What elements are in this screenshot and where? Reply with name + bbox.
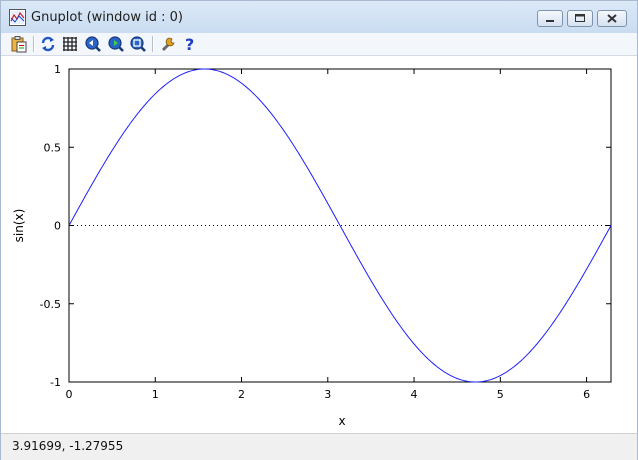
options-wrench-icon [161,37,175,52]
toggle-grid-button[interactable] [61,35,79,53]
close-icon [607,14,617,23]
window-title: Gnuplot (window id : 0) [31,10,183,25]
title-bar[interactable]: Gnuplot (window id : 0) [1,1,637,34]
unzoom-icon [130,36,146,52]
x-tick-label: 6 [583,388,590,401]
y-tick-label: 0 [54,220,61,233]
maximize-icon [575,14,585,22]
y-tick-label: -1 [50,376,61,389]
toolbar-separator [33,36,35,52]
sin-chart[interactable]: 0 1 2 3 4 5 6 -1 -0.5 0 0.5 1 x sin(x) [1,56,637,432]
y-tick-label: 0.5 [44,141,62,154]
x-tick-label: 1 [152,388,159,401]
toolbar-separator [152,36,154,52]
gnuplot-window: Gnuplot (window id : 0) ? 0 1 2 3 4 5 6 … [0,0,638,460]
grid-icon [63,37,77,51]
unzoom-button[interactable] [129,35,147,53]
toolbar: ? [1,33,637,56]
x-tick-label: 0 [66,388,73,401]
y-axis-label: sin(x) [12,209,26,243]
x-tick-label: 5 [497,388,504,401]
help-icon: ? [185,35,194,54]
help-button[interactable]: ? [181,35,199,54]
plot-area[interactable]: 0 1 2 3 4 5 6 -1 -0.5 0 0.5 1 x sin(x) [1,56,637,432]
zoom-next-icon [108,36,124,52]
gnuplot-app-icon [9,9,26,26]
replot-icon [41,36,55,52]
zoom-previous-button[interactable] [84,35,102,53]
x-tick-label: 4 [411,388,418,401]
x-tick-label: 2 [238,388,245,401]
y-tick-label: -0.5 [40,298,61,311]
copy-to-clipboard-button[interactable] [10,35,28,53]
minimize-icon [546,20,554,22]
options-button[interactable] [159,35,177,53]
svg-text:?: ? [185,35,194,53]
status-bar: 3.91699, -1.27955 [1,433,637,460]
x-tick-label: 3 [324,388,331,401]
maximize-button[interactable] [567,10,593,27]
zoom-next-button[interactable] [107,35,125,53]
y-tick-label: 1 [54,63,61,76]
close-button[interactable] [597,10,627,27]
mouse-coordinates: 3.91699, -1.27955 [12,439,124,453]
minimize-button[interactable] [537,10,563,27]
clipboard-icon [11,36,27,53]
zoom-previous-icon [85,36,101,52]
replot-button[interactable] [39,35,57,53]
x-axis-label: x [338,414,345,428]
